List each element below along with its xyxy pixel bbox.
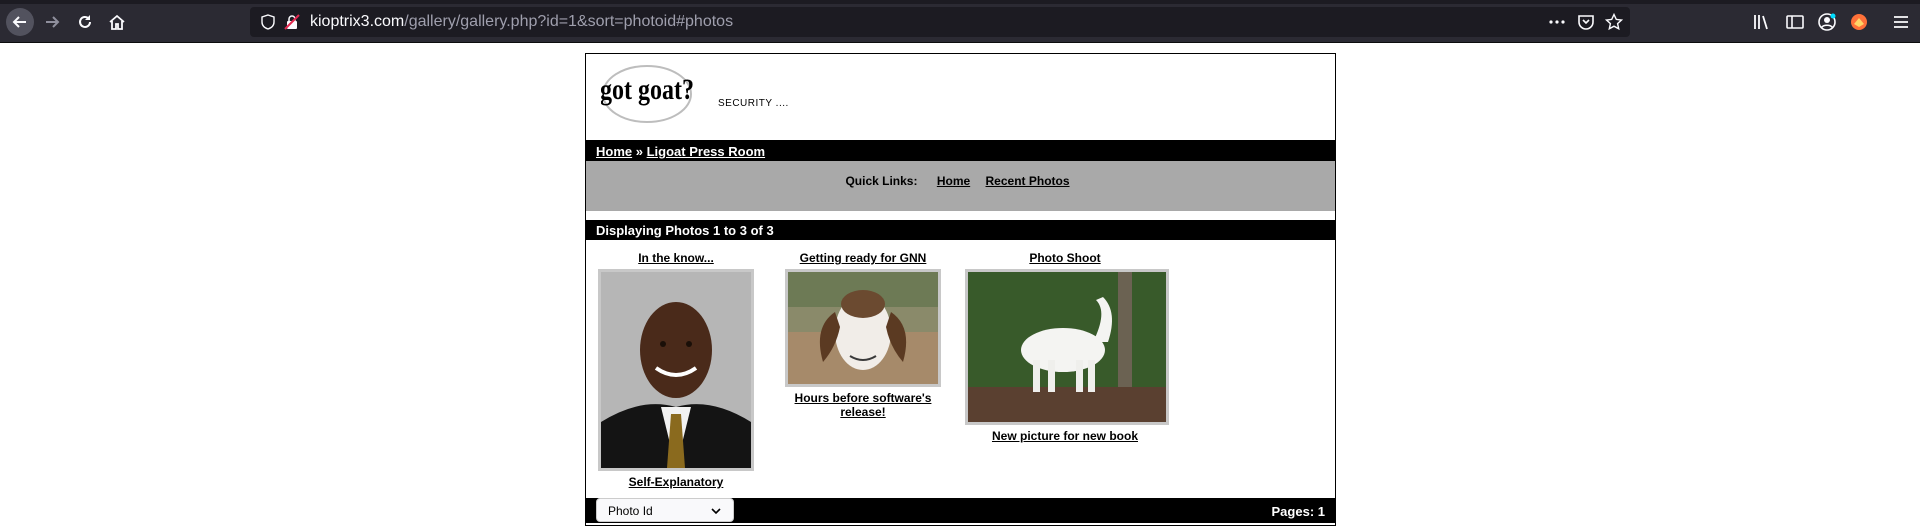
browser-toolbar: kioptrix3.com/gallery/gallery.php?id=1&s… bbox=[0, 0, 1920, 43]
home-button[interactable] bbox=[103, 8, 131, 36]
photo-thumbnail[interactable] bbox=[785, 269, 941, 387]
menu-icon[interactable] bbox=[1891, 12, 1911, 32]
display-count-bar: Displaying Photos 1 to 3 of 3 bbox=[586, 218, 1335, 240]
tracking-shield-icon[interactable] bbox=[260, 14, 276, 30]
site-tagline: SECURITY .... bbox=[718, 98, 789, 109]
reload-icon bbox=[79, 15, 91, 28]
page-actions-icon[interactable] bbox=[1548, 13, 1566, 31]
photo-item: Getting ready for GNN Hours before softw… bbox=[783, 251, 943, 419]
pages-indicator: Pages: 1 bbox=[1271, 504, 1325, 519]
photo-title-link[interactable]: In the know... bbox=[596, 251, 756, 265]
photo-description-link[interactable]: Self-Explanatory bbox=[596, 475, 756, 489]
quick-links-bar: Quick Links: Home Recent Photos bbox=[586, 161, 1335, 211]
display-count-text: Displaying Photos 1 to 3 of 3 bbox=[596, 223, 774, 238]
gallery-page: got goat? SECURITY .... Home » Ligoat Pr… bbox=[585, 53, 1336, 526]
photo-description-link[interactable]: New picture for new book bbox=[965, 429, 1165, 443]
back-button[interactable] bbox=[6, 8, 34, 36]
photo-thumbnail[interactable] bbox=[598, 269, 754, 471]
bookmark-star-icon[interactable] bbox=[1605, 13, 1623, 31]
url-text[interactable]: kioptrix3.com/gallery/gallery.php?id=1&s… bbox=[310, 13, 733, 31]
quick-link-recent-photos[interactable]: Recent Photos bbox=[986, 174, 1070, 188]
sidebar-icon[interactable] bbox=[1785, 12, 1805, 32]
photo-item: Photo Shoot New picture for new book bbox=[965, 251, 1169, 443]
forward-button[interactable] bbox=[38, 8, 66, 36]
sort-select-value: Photo Id bbox=[608, 504, 653, 518]
photo-title-link[interactable]: Photo Shoot bbox=[965, 251, 1165, 265]
got-goat-logo: got goat? bbox=[601, 65, 693, 123]
logo-text: got goat? bbox=[601, 72, 693, 105]
photo-item: In the know... Self-Explanatory bbox=[596, 251, 756, 489]
home-icon bbox=[109, 14, 125, 30]
reload-button[interactable] bbox=[71, 8, 99, 36]
sort-select[interactable]: Photo Id bbox=[596, 498, 734, 522]
photo-description-link[interactable]: Hours before software's release! bbox=[783, 391, 943, 419]
address-bar[interactable]: kioptrix3.com/gallery/gallery.php?id=1&s… bbox=[250, 7, 1630, 37]
breadcrumb-home-link[interactable]: Home bbox=[596, 144, 632, 159]
account-icon[interactable] bbox=[1817, 12, 1837, 32]
breadcrumb-current-link[interactable]: Ligoat Press Room bbox=[647, 144, 765, 159]
photo-title-link[interactable]: Getting ready for GNN bbox=[783, 251, 943, 265]
quick-links-label: Quick Links: bbox=[845, 174, 918, 188]
url-path: /gallery/gallery.php?id=1&sort=photoid#p… bbox=[404, 13, 734, 30]
back-arrow-icon bbox=[12, 16, 26, 28]
pocket-icon[interactable] bbox=[1577, 13, 1595, 31]
breadcrumb-separator: » bbox=[635, 144, 643, 159]
forward-arrow-icon bbox=[46, 16, 60, 28]
library-icon[interactable] bbox=[1752, 12, 1772, 32]
url-host: kioptrix3.com bbox=[310, 13, 405, 30]
extension-icon[interactable] bbox=[1849, 12, 1869, 32]
tab-strip-edge bbox=[0, 0, 1920, 4]
chevron-down-icon bbox=[711, 508, 721, 515]
photo-thumbnail[interactable] bbox=[965, 269, 1169, 425]
breadcrumb: Home » Ligoat Press Room bbox=[586, 138, 1335, 162]
quick-link-home[interactable]: Home bbox=[937, 174, 970, 188]
insecure-lock-icon[interactable] bbox=[284, 14, 300, 30]
